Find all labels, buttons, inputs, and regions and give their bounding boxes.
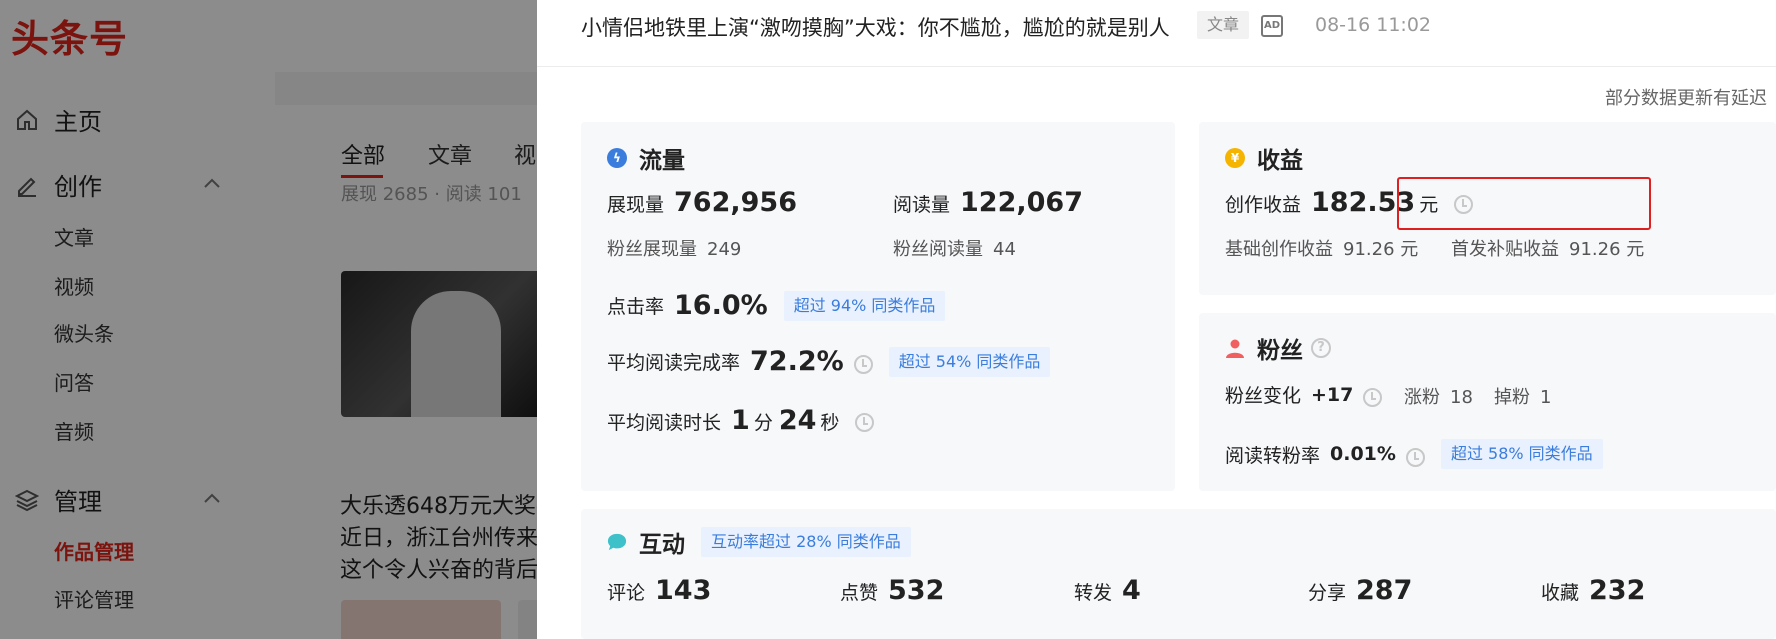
ctr-badge: 超过 94% 同类作品 (783, 290, 946, 321)
shares-value: 287 (1356, 575, 1413, 606)
fan-change-row: 粉丝变化 +17 (1225, 381, 1383, 408)
impressions-label: 展现量 (607, 194, 665, 216)
help-icon[interactable]: ? (1311, 338, 1331, 358)
completion-badge: 超过 54% 同类作品 (888, 346, 1051, 377)
reads-label: 阅读量 (893, 194, 951, 216)
fan-impressions-label: 粉丝展现量 (607, 239, 697, 260)
interaction-badge: 互动率超过 28% 同类作品 (701, 527, 911, 557)
fan-impressions-row: 粉丝展现量 249 (607, 235, 741, 261)
article-data-drawer: 小情侣地铁里上演“激吻摸胸”大戏：你不尴尬，尴尬的就是别人 文章 AD 08-1… (537, 0, 1776, 639)
card-title: 互动 (639, 532, 685, 558)
fan-gain-row: 涨粉 18 (1404, 383, 1473, 409)
ad-icon: AD (1261, 15, 1283, 37)
base-income-label: 基础创作收益 (1225, 239, 1333, 260)
duration-row: 平均阅读时长 1 分 24 秒 (607, 405, 875, 436)
fan-reads-value: 44 (993, 239, 1016, 260)
fan-gain-label: 涨粉 (1404, 387, 1440, 408)
forwards-value: 4 (1122, 575, 1141, 606)
article-title[interactable]: 小情侣地铁里上演“激吻摸胸”大戏：你不尴尬，尴尬的就是别人 (581, 12, 1170, 42)
article-type-tag: 文章 (1197, 11, 1250, 39)
card-title: 流量 (639, 148, 685, 174)
fan-change-value: +17 (1311, 383, 1354, 406)
traffic-card: ϟ 流量 展现量 762,956 阅读量 122,067 粉丝展现量 249 粉… (581, 122, 1175, 491)
likes-value: 532 (888, 575, 945, 606)
highlight-box (1397, 177, 1651, 230)
fan-loss-row: 掉粉 1 (1494, 383, 1551, 409)
fan-gain-value: 18 (1450, 387, 1473, 408)
likes-label: 点赞 (840, 582, 879, 604)
clock-icon[interactable] (853, 355, 873, 374)
income-header: ¥ 收益 (1225, 141, 1303, 175)
clock-icon[interactable] (855, 413, 875, 432)
card-title: 粉丝 (1257, 338, 1303, 364)
fan-reads-label: 粉丝阅读量 (893, 239, 983, 260)
publish-time: 08-16 11:02 (1315, 14, 1432, 36)
fans-header: 粉丝 ? (1225, 331, 1331, 365)
convert-row: 阅读转粉率 0.01% 超过 58% 同类作品 (1225, 439, 1603, 469)
first-income-value: 91.26 元 (1569, 239, 1645, 260)
likes-stat: 点赞 532 (840, 575, 944, 606)
drawer-header: 小情侣地铁里上演“激吻摸胸”大戏：你不尴尬，尴尬的就是别人 文章 AD 08-1… (537, 0, 1776, 67)
interaction-card: 互动 互动率超过 28% 同类作品 评论 143 点赞 532 转发 4 分享 … (581, 509, 1776, 639)
convert-badge: 超过 58% 同类作品 (1440, 439, 1603, 469)
forwards-stat: 转发 4 (1074, 575, 1141, 606)
first-income-row: 首发补贴收益 91.26 元 (1451, 235, 1644, 261)
fan-impressions-value: 249 (707, 239, 742, 260)
duration-label: 平均阅读时长 (607, 412, 722, 434)
fan-loss-value: 1 (1540, 387, 1552, 408)
favorites-value: 232 (1589, 575, 1646, 606)
ctr-row: 点击率 16.0% 超过 94% 同类作品 (607, 290, 946, 321)
comments-stat: 评论 143 (607, 575, 711, 606)
create-income-label: 创作收益 (1225, 194, 1302, 216)
base-income-value: 91.26 元 (1343, 239, 1419, 260)
favorites-label: 收藏 (1541, 582, 1580, 604)
fan-loss-label: 掉粉 (1494, 387, 1530, 408)
user-icon (1225, 338, 1245, 358)
fan-reads-row: 粉丝阅读量 44 (893, 235, 1016, 261)
data-delay-note: 部分数据更新有延迟 (1605, 88, 1767, 109)
traffic-header: ϟ 流量 (607, 141, 685, 175)
impressions-value: 762,956 (674, 187, 797, 218)
ctr-value: 16.0% (674, 290, 768, 321)
completion-label: 平均阅读完成率 (607, 352, 741, 374)
favorites-stat: 收藏 232 (1541, 575, 1645, 606)
impressions-row: 展现量 762,956 (607, 187, 797, 218)
chat-bubble-icon (607, 532, 627, 552)
completion-value: 72.2% (750, 346, 844, 377)
lightning-icon: ϟ (607, 148, 627, 168)
base-income-row: 基础创作收益 91.26 元 (1225, 235, 1418, 261)
minute-unit: 分 (753, 412, 773, 434)
convert-label: 阅读转粉率 (1225, 444, 1321, 467)
clock-icon[interactable] (1363, 388, 1383, 407)
fan-change-label: 粉丝变化 (1225, 385, 1302, 407)
convert-value: 0.01% (1330, 443, 1396, 465)
comments-value: 143 (655, 575, 712, 606)
fans-card: 粉丝 ? 粉丝变化 +17 涨粉 18 掉粉 1 阅读转粉率 0.01% 超过 … (1199, 313, 1776, 491)
duration-minutes: 1 (731, 405, 750, 436)
completion-row: 平均阅读完成率 72.2% 超过 54% 同类作品 (607, 346, 1051, 377)
duration-seconds: 24 (778, 405, 817, 436)
clock-icon[interactable] (1405, 447, 1425, 467)
yen-coin-icon: ¥ (1225, 148, 1245, 168)
second-unit: 秒 (820, 412, 840, 434)
card-title: 收益 (1257, 148, 1303, 174)
first-income-label: 首发补贴收益 (1451, 239, 1559, 260)
shares-label: 分享 (1308, 582, 1347, 604)
interaction-header: 互动 互动率超过 28% 同类作品 (607, 525, 911, 559)
comments-label: 评论 (607, 582, 646, 604)
reads-value: 122,067 (960, 187, 1083, 218)
reads-row: 阅读量 122,067 (893, 187, 1083, 218)
forwards-label: 转发 (1074, 582, 1113, 604)
ctr-label: 点击率 (607, 296, 665, 318)
shares-stat: 分享 287 (1308, 575, 1412, 606)
